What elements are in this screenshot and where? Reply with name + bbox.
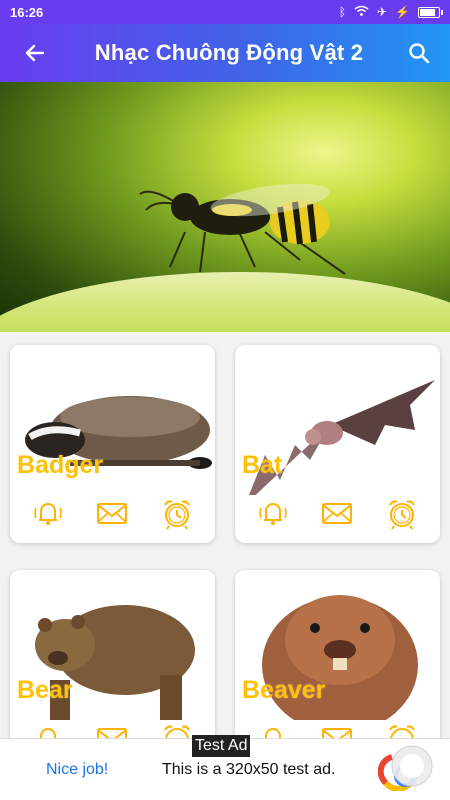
wasp-illustration xyxy=(139,183,346,275)
hero-image xyxy=(0,82,450,332)
card-actions xyxy=(235,718,440,738)
animal-grid: Badger Bat Bear Beaver xyxy=(0,332,450,738)
arrow-left-icon[interactable] xyxy=(0,41,70,65)
animal-card-bat[interactable]: Bat xyxy=(235,345,440,543)
card-actions xyxy=(10,493,215,533)
status-time: 16:26 xyxy=(10,4,44,20)
app-bar: Nhạc Chuông Động Vật 2 xyxy=(0,24,450,82)
battery-icon xyxy=(418,6,443,18)
page-title: Nhạc Chuông Động Vật 2 xyxy=(94,40,364,65)
bell-icon[interactable] xyxy=(253,718,293,738)
animal-name: Bat xyxy=(242,451,283,479)
ad-cta-link[interactable]: Nice job! xyxy=(46,761,108,779)
card-actions xyxy=(235,493,440,533)
wifi-icon xyxy=(354,5,369,19)
animal-card-beaver[interactable]: Beaver xyxy=(235,570,440,738)
animal-card-badger[interactable]: Badger xyxy=(10,345,215,543)
status-icons: ᛒ ✈ ⚡ xyxy=(338,5,443,19)
animal-name: Bear xyxy=(17,676,73,704)
envelope-icon[interactable] xyxy=(92,493,132,533)
envelope-icon[interactable] xyxy=(317,718,357,738)
ad-banner[interactable]: Test Ad Nice job! This is a 320x50 test … xyxy=(0,735,450,800)
animal-name: Beaver xyxy=(242,676,326,704)
alarm-clock-icon[interactable] xyxy=(382,718,422,738)
card-actions xyxy=(10,718,215,738)
envelope-icon[interactable] xyxy=(92,718,132,738)
search-icon[interactable] xyxy=(388,41,450,65)
animal-name: Badger xyxy=(17,451,104,479)
ad-message: This is a 320x50 test ad. xyxy=(162,761,336,778)
bell-icon[interactable] xyxy=(253,493,293,533)
alarm-clock-icon[interactable] xyxy=(382,493,422,533)
envelope-icon[interactable] xyxy=(317,493,357,533)
bell-icon[interactable] xyxy=(28,718,68,738)
floating-circle-button[interactable] xyxy=(386,738,436,798)
alarm-clock-icon[interactable] xyxy=(157,493,197,533)
airplane-icon: ✈ xyxy=(376,5,388,19)
bell-icon[interactable] xyxy=(28,493,68,533)
animal-card-bear[interactable]: Bear xyxy=(10,570,215,738)
alarm-clock-icon[interactable] xyxy=(157,718,197,738)
charging-icon: ⚡ xyxy=(395,5,410,19)
battery-fill xyxy=(420,8,436,16)
status-bar: 16:26 ᛒ ✈ ⚡ xyxy=(0,0,450,24)
ad-tag: Test Ad xyxy=(192,735,251,757)
bluetooth-icon: ᛒ xyxy=(338,5,346,19)
